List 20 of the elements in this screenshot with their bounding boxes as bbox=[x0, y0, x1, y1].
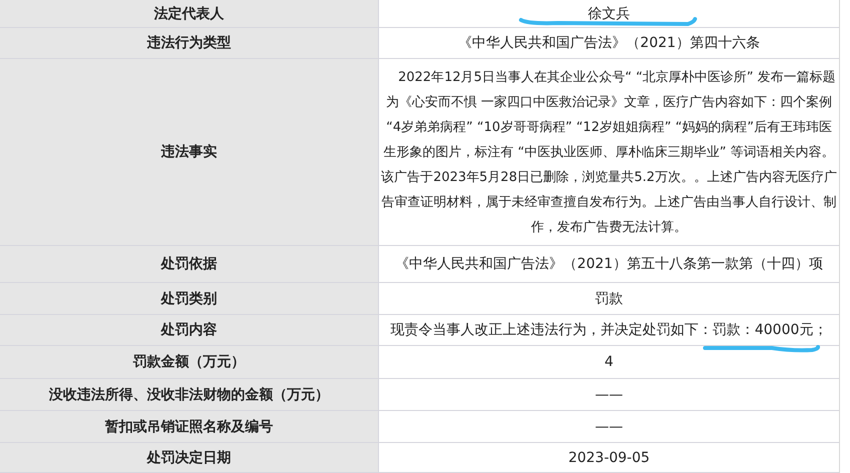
field-value: 2023-09-05 bbox=[568, 450, 650, 466]
field-label: 处罚决定日期 bbox=[147, 448, 231, 466]
field-value: —— bbox=[595, 386, 623, 402]
field-label: 没收违法所得、没收非法财物的金额（万元） bbox=[49, 386, 329, 404]
field-label: 暂扣或吊销证照名称及编号 bbox=[105, 418, 273, 436]
field-value: 徐文兵 bbox=[588, 4, 630, 22]
field-label: 处罚内容 bbox=[161, 321, 217, 339]
field-value: —— bbox=[595, 418, 623, 434]
field-label: 违法事实 bbox=[161, 143, 217, 161]
field-label: 处罚依据 bbox=[161, 255, 217, 273]
field-value: 4 bbox=[604, 354, 614, 370]
field-value: 《中华人民共和国广告法》（2021）第四十六条 bbox=[458, 34, 760, 52]
field-label: 违法行为类型 bbox=[147, 34, 231, 52]
field-label: 处罚类别 bbox=[161, 290, 217, 308]
field-value: 现责令当事人改正上述违法行为，并决定处罚如下：罚款：40000元； bbox=[390, 321, 828, 339]
field-label: 法定代表人 bbox=[154, 4, 224, 22]
field-label: 罚款金额（万元） bbox=[133, 353, 245, 371]
fact-paragraph: 2022年12月5日当事人在其企业公众号“ “北京厚朴中医诊所” 发布一篇标题为《心安而不惧 一家四口中医救治记录》文章，医疗广告内容如下：四个案例 “4岁弟弟病程” “10岁哥哥病程” “12岁姐姐病程” “妈妈的病程”后有王玮玮医生形象的图片，标注有 “中医执业医师、厚朴临床三期毕业” 等词语相关内容。该广告于2023年5月28日已删除，浏览量共5.2万次。。上述广告内容无医疗广告审查证明材料，属于未经审查擅自发布行为。上述广告由当事人自行设计、制作，发布广告费无法计算。 bbox=[380, 68, 838, 236]
field-value: 《中华人民共和国广告法》（2021）第五十八条第一款第（十四）项 bbox=[395, 255, 823, 273]
field-value: 罚款 bbox=[595, 290, 623, 308]
